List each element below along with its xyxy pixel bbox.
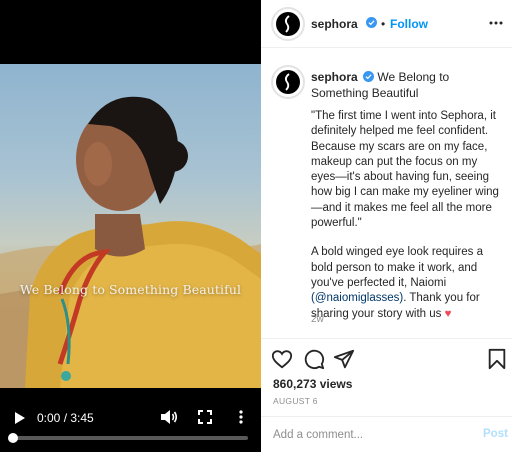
caption-paragraph: A bold winged eye look requires a bold p… bbox=[311, 245, 501, 321]
caption-username[interactable]: sephora bbox=[311, 70, 358, 84]
post-date[interactable]: AUGUST 6 bbox=[273, 396, 318, 406]
comment-input[interactable] bbox=[273, 427, 453, 443]
video-overlay-text: We Belong to Something Beautiful bbox=[19, 282, 242, 297]
video-frame[interactable]: We Belong to Something Beautiful bbox=[0, 64, 261, 388]
caption-body: "The first time I went into Sephora, it … bbox=[311, 109, 501, 336]
share-icon bbox=[333, 349, 355, 369]
video-progress-knob[interactable] bbox=[8, 433, 18, 443]
video-more-button[interactable] bbox=[238, 409, 244, 425]
mention-link[interactable]: (@naiomiglasses) bbox=[311, 292, 403, 304]
avatar[interactable] bbox=[271, 7, 305, 41]
caption-timestamp[interactable]: 2w bbox=[311, 314, 324, 325]
bookmark-icon bbox=[488, 348, 506, 370]
volume-button[interactable] bbox=[160, 409, 178, 425]
volume-icon bbox=[161, 410, 178, 424]
video-time: 0:00 / 3:45 bbox=[37, 411, 94, 425]
comment-button[interactable] bbox=[303, 348, 325, 370]
more-vertical-icon bbox=[239, 410, 243, 424]
verified-icon bbox=[366, 17, 377, 28]
post-comment-button[interactable]: Post bbox=[483, 428, 508, 440]
caption-heading: sephora We Belong to Something Beautiful bbox=[311, 69, 501, 101]
play-button[interactable] bbox=[13, 411, 27, 425]
caption-text: A bold winged eye look requires a bold p… bbox=[311, 246, 483, 289]
play-icon bbox=[15, 412, 25, 424]
header-username[interactable]: sephora bbox=[311, 17, 358, 31]
heart-icon bbox=[271, 350, 293, 369]
video-frame-image bbox=[0, 96, 261, 388]
heart-emoji: ♥ bbox=[444, 307, 452, 320]
post-options-button[interactable] bbox=[488, 16, 504, 30]
comment-icon bbox=[304, 349, 325, 370]
video-controls: 0:00 / 3:45 bbox=[0, 398, 261, 452]
like-button[interactable] bbox=[271, 348, 293, 370]
caption-avatar[interactable] bbox=[271, 65, 305, 99]
caption: sephora We Belong to Something Beautiful… bbox=[261, 57, 512, 337]
comment-form: Post bbox=[261, 416, 512, 452]
verified-icon bbox=[363, 71, 375, 82]
views-count[interactable]: 860,273 views bbox=[273, 377, 352, 391]
sephora-logo-icon bbox=[284, 15, 290, 33]
post-panel: sephora • Follow sephora We Belong to So… bbox=[261, 0, 512, 452]
save-button[interactable] bbox=[486, 348, 508, 370]
more-horizontal-icon bbox=[489, 21, 503, 25]
header-separator: • bbox=[381, 17, 386, 31]
sephora-logo-icon bbox=[284, 73, 290, 91]
follow-button[interactable]: Follow bbox=[390, 17, 428, 31]
video-progress-bar[interactable] bbox=[8, 433, 248, 443]
video-player[interactable]: We Belong to Something Beautiful 0:00 / … bbox=[0, 0, 261, 452]
post-actions: 860,273 views AUGUST 6 bbox=[261, 338, 512, 416]
fullscreen-icon bbox=[198, 410, 212, 424]
caption-quote: "The first time I went into Sephora, it … bbox=[311, 110, 499, 230]
share-button[interactable] bbox=[333, 348, 355, 370]
fullscreen-button[interactable] bbox=[197, 409, 213, 425]
post-header: sephora • Follow bbox=[261, 0, 512, 48]
